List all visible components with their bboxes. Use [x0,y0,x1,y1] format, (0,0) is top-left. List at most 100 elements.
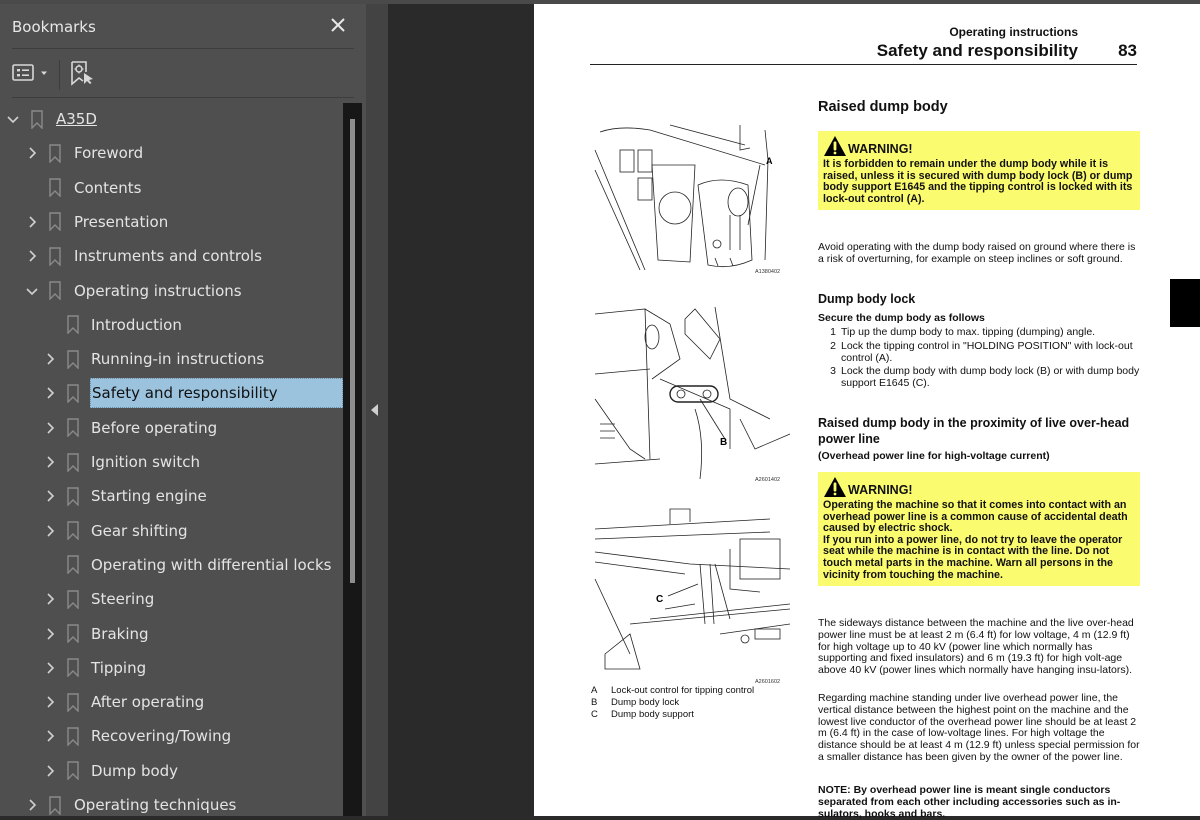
chevron-right-icon[interactable] [43,455,57,469]
warning-heading: WARNING! [848,483,913,498]
bookmark-label: Foreword [74,144,144,163]
chevron-right-icon[interactable] [43,661,57,675]
chevron-right-icon[interactable] [25,249,39,263]
bookmark-label: Starting engine [91,487,207,506]
bookmark-icon [67,349,79,370]
figure-code: A1380402 [755,269,780,275]
warning-triangle-icon [824,477,846,497]
toolbar-divider [59,60,60,90]
figure-dump-body-support: C A2601602 [590,504,800,685]
bookmark-item[interactable]: Instruments and controls [0,239,343,273]
warning-text: If you run into a power line, do not try… [823,533,1123,581]
bookmark-label: Presentation [74,212,169,231]
bookmark-item[interactable]: Operating instructions [0,274,343,308]
section-title: Raised dump body [818,99,948,115]
bookmark-icon [49,212,61,233]
bookmark-label: Dump body [91,761,179,780]
bookmark-item[interactable]: Steering [0,582,343,616]
bookmark-label: After operating [91,693,205,712]
bookmark-item[interactable]: After operating [0,685,343,719]
chevron-right-icon[interactable] [43,764,57,778]
bookmark-options-button[interactable] [12,60,49,86]
chevron-right-icon[interactable] [43,695,57,709]
bookmark-item[interactable]: Gear shifting [0,514,343,548]
chevron-right-icon[interactable] [43,386,57,400]
close-panel-button[interactable] [327,14,349,36]
bookmark-item[interactable]: Tipping [0,651,343,685]
chevron-right-icon[interactable] [43,627,57,641]
bookmark-icon [67,487,79,507]
bookmark-label: Instruments and controls [74,247,262,266]
header-section-title: Safety and responsibility [876,41,1078,60]
paragraph: Avoid operating with the dump body raise… [818,241,1136,265]
bookmark-item[interactable]: Foreword [0,136,343,170]
scrollbar-thumb[interactable] [350,119,355,583]
bookmark-item[interactable]: Operating techniques [0,788,343,816]
bookmark-item[interactable]: Braking [0,617,343,651]
chevron-right-icon[interactable] [25,146,39,160]
bookmark-icon [67,761,79,781]
collapse-panel-button[interactable] [371,404,378,416]
bookmark-label: Ignition switch [91,453,201,471]
find-current-bookmark-button[interactable] [70,60,94,86]
chapter-thumb-tab [1170,279,1200,327]
bookmark-icon [67,418,79,438]
bookmark-icon [67,624,79,644]
chevron-right-icon[interactable] [43,421,57,435]
bookmark-item[interactable]: Ignition switch [0,445,343,479]
bookmark-scrollbar[interactable] [343,103,362,816]
bookmark-item[interactable]: Contents [0,171,343,205]
chevron-right-icon[interactable] [43,729,57,743]
figure-b-illustration: B A2601402 [594,306,791,483]
chevron-right-icon[interactable] [43,489,57,503]
bookmark-label: Introduction [91,315,182,334]
chevron-right-icon[interactable] [43,524,57,538]
chevron-right-icon[interactable] [25,798,39,812]
legend-item: B Dump body lock [591,697,680,708]
chevron-right-icon[interactable] [25,215,39,229]
bookmark-tree: A35D Foreword Contents Presentation Instrume… [0,102,343,816]
bookmark-item[interactable]: Dump body [0,754,343,788]
pdf-page: Operating instructions Safety and respon… [534,4,1200,820]
legend-item: C Dump body support [591,709,694,720]
figure-code: A2601402 [755,477,780,483]
bookmark-label: Recovering/Towing [91,727,232,746]
bookmark-item[interactable]: Recovering/Towing [0,719,343,753]
bookmark-item[interactable]: Starting engine [0,479,343,513]
bookmark-icon [49,795,61,816]
warning-box: WARNING! It is forbidden to remain under… [818,131,1140,211]
bookmark-icon [31,109,43,130]
close-icon [331,18,345,32]
subsection-title: Dump body lock [818,292,916,306]
chevron-down-icon[interactable] [25,284,39,298]
chevron-down-icon [41,71,47,75]
bookmark-label: Operating techniques [74,796,237,814]
legend-item: A Lock-out control for tipping control [591,685,755,696]
bookmark-icon [67,315,79,335]
bookmark-item[interactable]: Before operating [0,411,343,445]
paragraph: Regarding machine standing under live ov… [818,692,1140,763]
bookmark-icon [49,246,61,267]
bookmark-item[interactable]: Presentation [0,205,343,239]
bookmark-label: Before operating [91,418,218,437]
chevron-right-icon[interactable] [43,352,57,366]
bookmark-label: Operating with differential locks [91,555,332,574]
bookmark-item[interactable]: A35D [0,102,343,136]
steps-intro: Secure the dump body as follows [818,312,985,324]
figure-c-illustration: C A2601602 [594,508,791,685]
warning-text: It is forbidden to remain under the dump… [823,158,1133,205]
bookmark-item[interactable]: Introduction [0,308,343,342]
divider [12,97,354,98]
bookmark-item[interactable]: Running-in instructions [0,342,343,376]
document-viewport: Operating instructions Safety and respon… [388,4,1200,820]
bookmark-label: Steering [91,590,155,609]
bookmark-label: Running-in instructions [91,350,265,369]
figure-callout: B [720,437,727,448]
bookmark-item[interactable]: Operating with differential locks [0,548,343,582]
chevron-right-icon[interactable] [43,592,57,606]
bookmark-label: Gear shifting [91,521,188,540]
bookmark-icon [67,452,79,473]
chevron-down-icon[interactable] [6,112,20,126]
bookmark-icon [67,658,79,678]
bookmark-item[interactable]: Safety and responsibility [0,376,343,410]
